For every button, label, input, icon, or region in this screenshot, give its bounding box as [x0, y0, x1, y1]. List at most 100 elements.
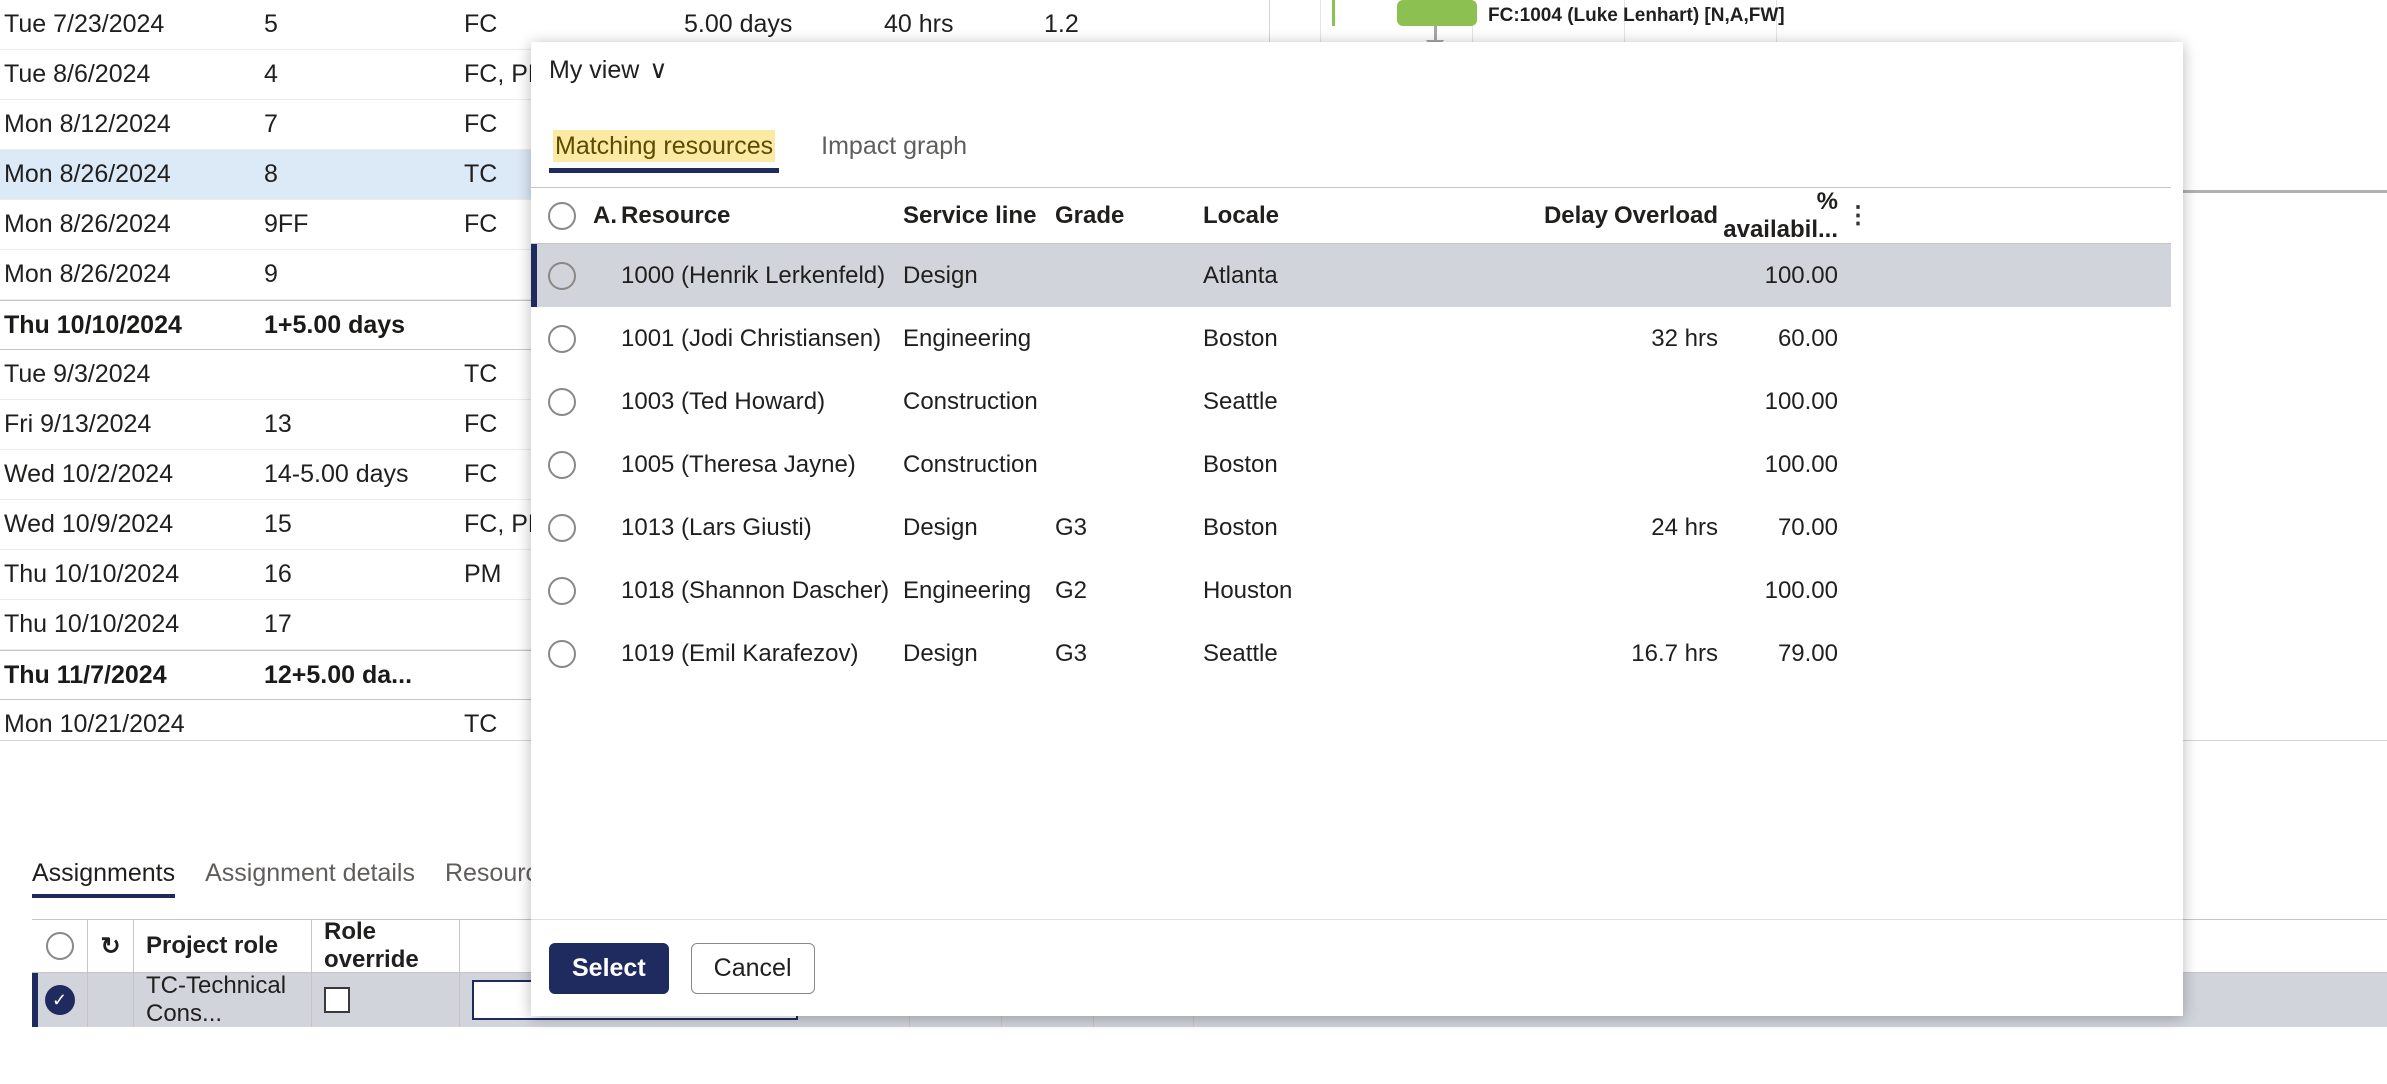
- row-radio-cell[interactable]: [531, 388, 593, 416]
- row-locale: Seattle: [1203, 640, 1403, 668]
- row-locale: Boston: [1203, 325, 1403, 353]
- task-id: 1+5.00 days: [264, 311, 464, 340]
- task-start-date: Mon 8/26/2024: [4, 260, 264, 289]
- row-grade: G3: [1055, 640, 1203, 668]
- radio-icon[interactable]: [548, 451, 576, 479]
- bottom-tab-assignments[interactable]: Assignments: [32, 859, 175, 898]
- col-header-delay[interactable]: Delay: [1403, 202, 1608, 230]
- row-resource: 1003 (Ted Howard): [621, 388, 903, 416]
- dialog-tab-impact-graph[interactable]: Impact graph: [815, 130, 973, 173]
- col-header-overload[interactable]: Overload: [1608, 202, 1718, 230]
- row-locale: Houston: [1203, 577, 1403, 605]
- more-options-icon[interactable]: ⋮: [1838, 201, 1878, 230]
- matching-resources-table: A. Resource Service line Grade Locale De…: [531, 187, 2171, 685]
- resource-row[interactable]: 1019 (Emil Karafezov)DesignG3Seattle16.7…: [531, 622, 2171, 685]
- row-radio-cell[interactable]: [531, 640, 593, 668]
- refresh-header[interactable]: ↻: [88, 920, 134, 972]
- task-start-date: Wed 10/2/2024: [4, 460, 264, 489]
- radio-icon[interactable]: [548, 640, 576, 668]
- row-grade: G2: [1055, 577, 1203, 605]
- app-root: Tue 7/23/20245FC5.00 days40 hrs1.2Tue 8/…: [0, 0, 2387, 1084]
- resource-row[interactable]: 1001 (Jodi Christiansen)EngineeringBosto…: [531, 307, 2171, 370]
- task-start-date: Mon 10/21/2024: [4, 710, 264, 739]
- bottom-tab-bar: AssignmentsAssignment detailsResource: [32, 859, 552, 898]
- row-availability: 60.00: [1718, 325, 1838, 353]
- project-role-header[interactable]: Project role: [134, 920, 312, 972]
- row-locale: Boston: [1203, 451, 1403, 479]
- row-select-cell[interactable]: ✓: [32, 973, 88, 1027]
- dialog-tab-bar: Matching resources Impact graph: [549, 130, 973, 173]
- task-start-date: Mon 8/26/2024: [4, 160, 264, 189]
- row-availability: 100.00: [1718, 388, 1838, 416]
- task-start-date: Tue 7/23/2024: [4, 10, 264, 39]
- col-header-locale[interactable]: Locale: [1203, 202, 1403, 230]
- row-resource: 1018 (Shannon Dascher): [621, 577, 903, 605]
- col-header-resource[interactable]: Resource: [621, 202, 903, 230]
- task-id: 16: [264, 560, 464, 589]
- task-id: 9: [264, 260, 464, 289]
- task-id: 17: [264, 610, 464, 639]
- radio-icon: [548, 202, 576, 230]
- gantt-bar-green[interactable]: [1397, 0, 1477, 26]
- dialog-tab-matching-resources[interactable]: Matching resources: [549, 130, 779, 173]
- bottom-tab-assignment-details[interactable]: Assignment details: [205, 859, 415, 898]
- task-start-date: Fri 9/13/2024: [4, 410, 264, 439]
- radio-icon[interactable]: [548, 388, 576, 416]
- row-grade: G3: [1055, 514, 1203, 542]
- select-all-header[interactable]: [32, 920, 88, 972]
- row-radio-cell[interactable]: [531, 451, 593, 479]
- task-id: 9FF: [264, 210, 464, 239]
- radio-icon[interactable]: [548, 325, 576, 353]
- task-id: 14-5.00 days: [264, 460, 464, 489]
- col-header-availability[interactable]: % availabil...: [1718, 188, 1838, 244]
- task-id: 13: [264, 410, 464, 439]
- task-id: 4: [264, 60, 464, 89]
- view-selector-label: My view: [549, 56, 639, 85]
- row-service-line: Engineering: [903, 325, 1055, 353]
- checkbox-icon[interactable]: [324, 987, 350, 1013]
- resource-row[interactable]: 1000 (Henrik Lerkenfeld)DesignAtlanta100…: [531, 244, 2171, 307]
- row-radio-cell[interactable]: [531, 514, 593, 542]
- dialog-tab-label: Impact graph: [819, 130, 969, 162]
- radio-icon[interactable]: [548, 514, 576, 542]
- resource-row[interactable]: 1005 (Theresa Jayne)ConstructionBoston10…: [531, 433, 2171, 496]
- row-resource: 1019 (Emil Karafezov): [621, 640, 903, 668]
- radio-icon[interactable]: [548, 577, 576, 605]
- row-resource: 1013 (Lars Giusti): [621, 514, 903, 542]
- row-locale: Seattle: [1203, 388, 1403, 416]
- row-service-line: Design: [903, 262, 1055, 290]
- resource-selection-dialog: My view ∨ Matching resources Impact graph…: [531, 42, 2183, 1016]
- task-start-date: Tue 8/6/2024: [4, 60, 264, 89]
- select-button[interactable]: Select: [549, 943, 669, 994]
- task-start-date: Mon 8/26/2024: [4, 210, 264, 239]
- row-locale: Boston: [1203, 514, 1403, 542]
- row-role-override[interactable]: [312, 973, 460, 1027]
- col-header-a[interactable]: A.: [593, 202, 621, 230]
- select-all-header[interactable]: [531, 202, 593, 230]
- view-selector[interactable]: My view ∨: [549, 42, 668, 98]
- resource-row[interactable]: 1018 (Shannon Dascher)EngineeringG2Houst…: [531, 559, 2171, 622]
- task-start-date: Thu 10/10/2024: [4, 610, 264, 639]
- task-start-date: Thu 10/10/2024: [4, 311, 264, 340]
- row-refresh-cell: [88, 973, 134, 1027]
- row-availability: 100.00: [1718, 262, 1838, 290]
- row-radio-cell[interactable]: [531, 325, 593, 353]
- radio-icon[interactable]: [548, 262, 576, 290]
- resource-row[interactable]: 1003 (Ted Howard)ConstructionSeattle100.…: [531, 370, 2171, 433]
- row-availability: 79.00: [1718, 640, 1838, 668]
- resource-row[interactable]: 1013 (Lars Giusti)DesignG3Boston24 hrs70…: [531, 496, 2171, 559]
- col-header-grade[interactable]: Grade: [1055, 202, 1203, 230]
- row-overload: 16.7 hrs: [1608, 640, 1718, 668]
- row-overload: 32 hrs: [1608, 325, 1718, 353]
- row-radio-cell[interactable]: [531, 262, 593, 290]
- row-service-line: Engineering: [903, 577, 1055, 605]
- row-resource: 1005 (Theresa Jayne): [621, 451, 903, 479]
- row-resource: 1000 (Henrik Lerkenfeld): [621, 262, 903, 290]
- task-duration: 5.00 days: [684, 10, 884, 39]
- role-override-header[interactable]: Role override: [312, 920, 460, 972]
- cancel-button[interactable]: Cancel: [691, 943, 815, 994]
- row-overload: 24 hrs: [1608, 514, 1718, 542]
- row-radio-cell[interactable]: [531, 577, 593, 605]
- task-start-date: Tue 9/3/2024: [4, 360, 264, 389]
- col-header-service-line[interactable]: Service line: [903, 202, 1055, 230]
